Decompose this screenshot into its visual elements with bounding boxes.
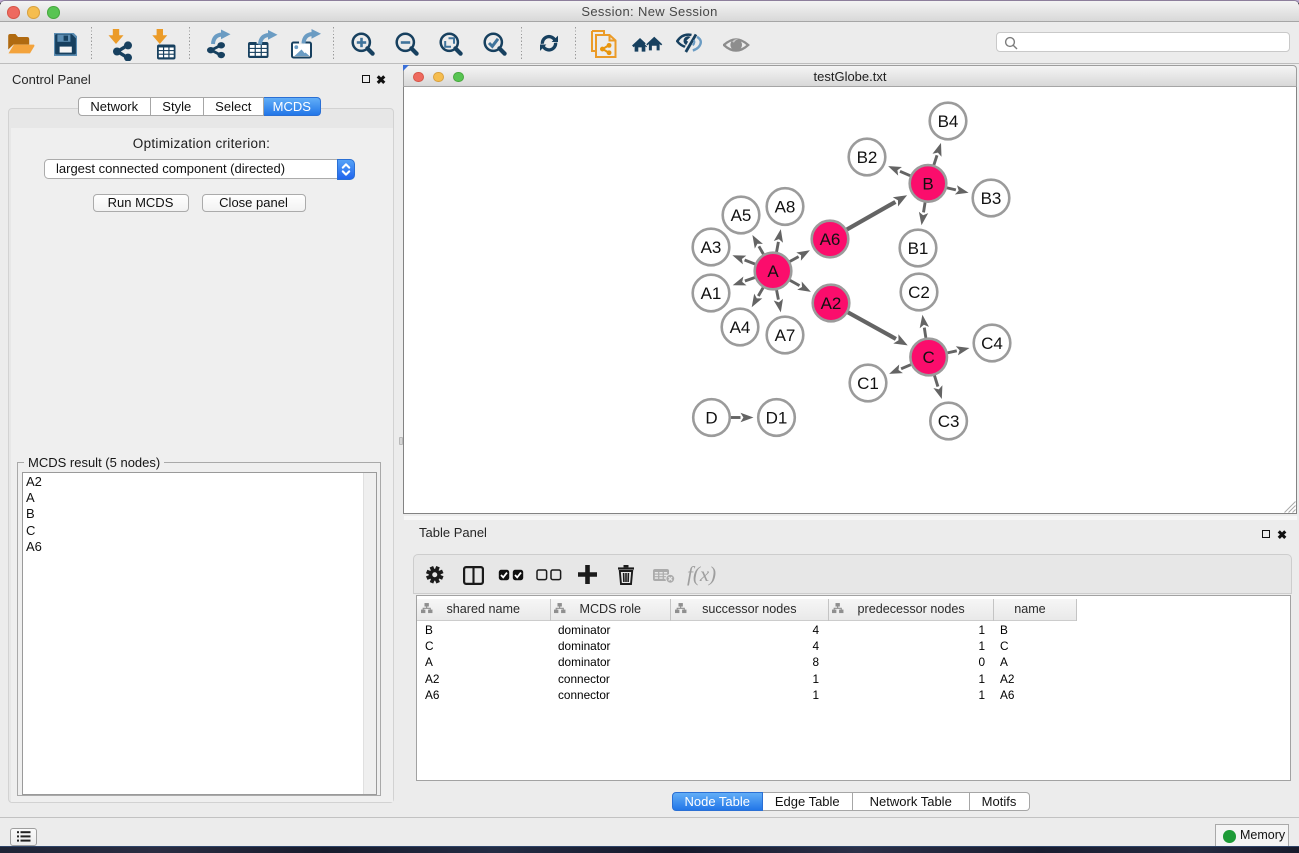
- svg-text:C4: C4: [981, 334, 1003, 353]
- svg-text:C: C: [923, 348, 935, 367]
- svg-text:A1: A1: [701, 284, 722, 303]
- svg-text:A7: A7: [775, 326, 796, 345]
- svg-text:B3: B3: [981, 189, 1002, 208]
- svg-text:D1: D1: [766, 409, 788, 428]
- svg-text:A: A: [767, 262, 779, 281]
- svg-text:A8: A8: [775, 198, 796, 217]
- svg-text:B2: B2: [857, 148, 878, 167]
- svg-text:B1: B1: [908, 239, 929, 258]
- svg-text:B4: B4: [938, 112, 959, 131]
- svg-text:A6: A6: [820, 230, 841, 249]
- svg-text:A5: A5: [731, 206, 752, 225]
- svg-text:C2: C2: [908, 283, 930, 302]
- svg-text:C1: C1: [857, 374, 879, 393]
- svg-text:A2: A2: [821, 294, 842, 313]
- svg-text:C3: C3: [938, 412, 960, 431]
- svg-text:A3: A3: [701, 238, 722, 257]
- svg-text:B: B: [922, 174, 933, 193]
- svg-text:A4: A4: [730, 318, 751, 337]
- svg-text:D: D: [705, 409, 717, 428]
